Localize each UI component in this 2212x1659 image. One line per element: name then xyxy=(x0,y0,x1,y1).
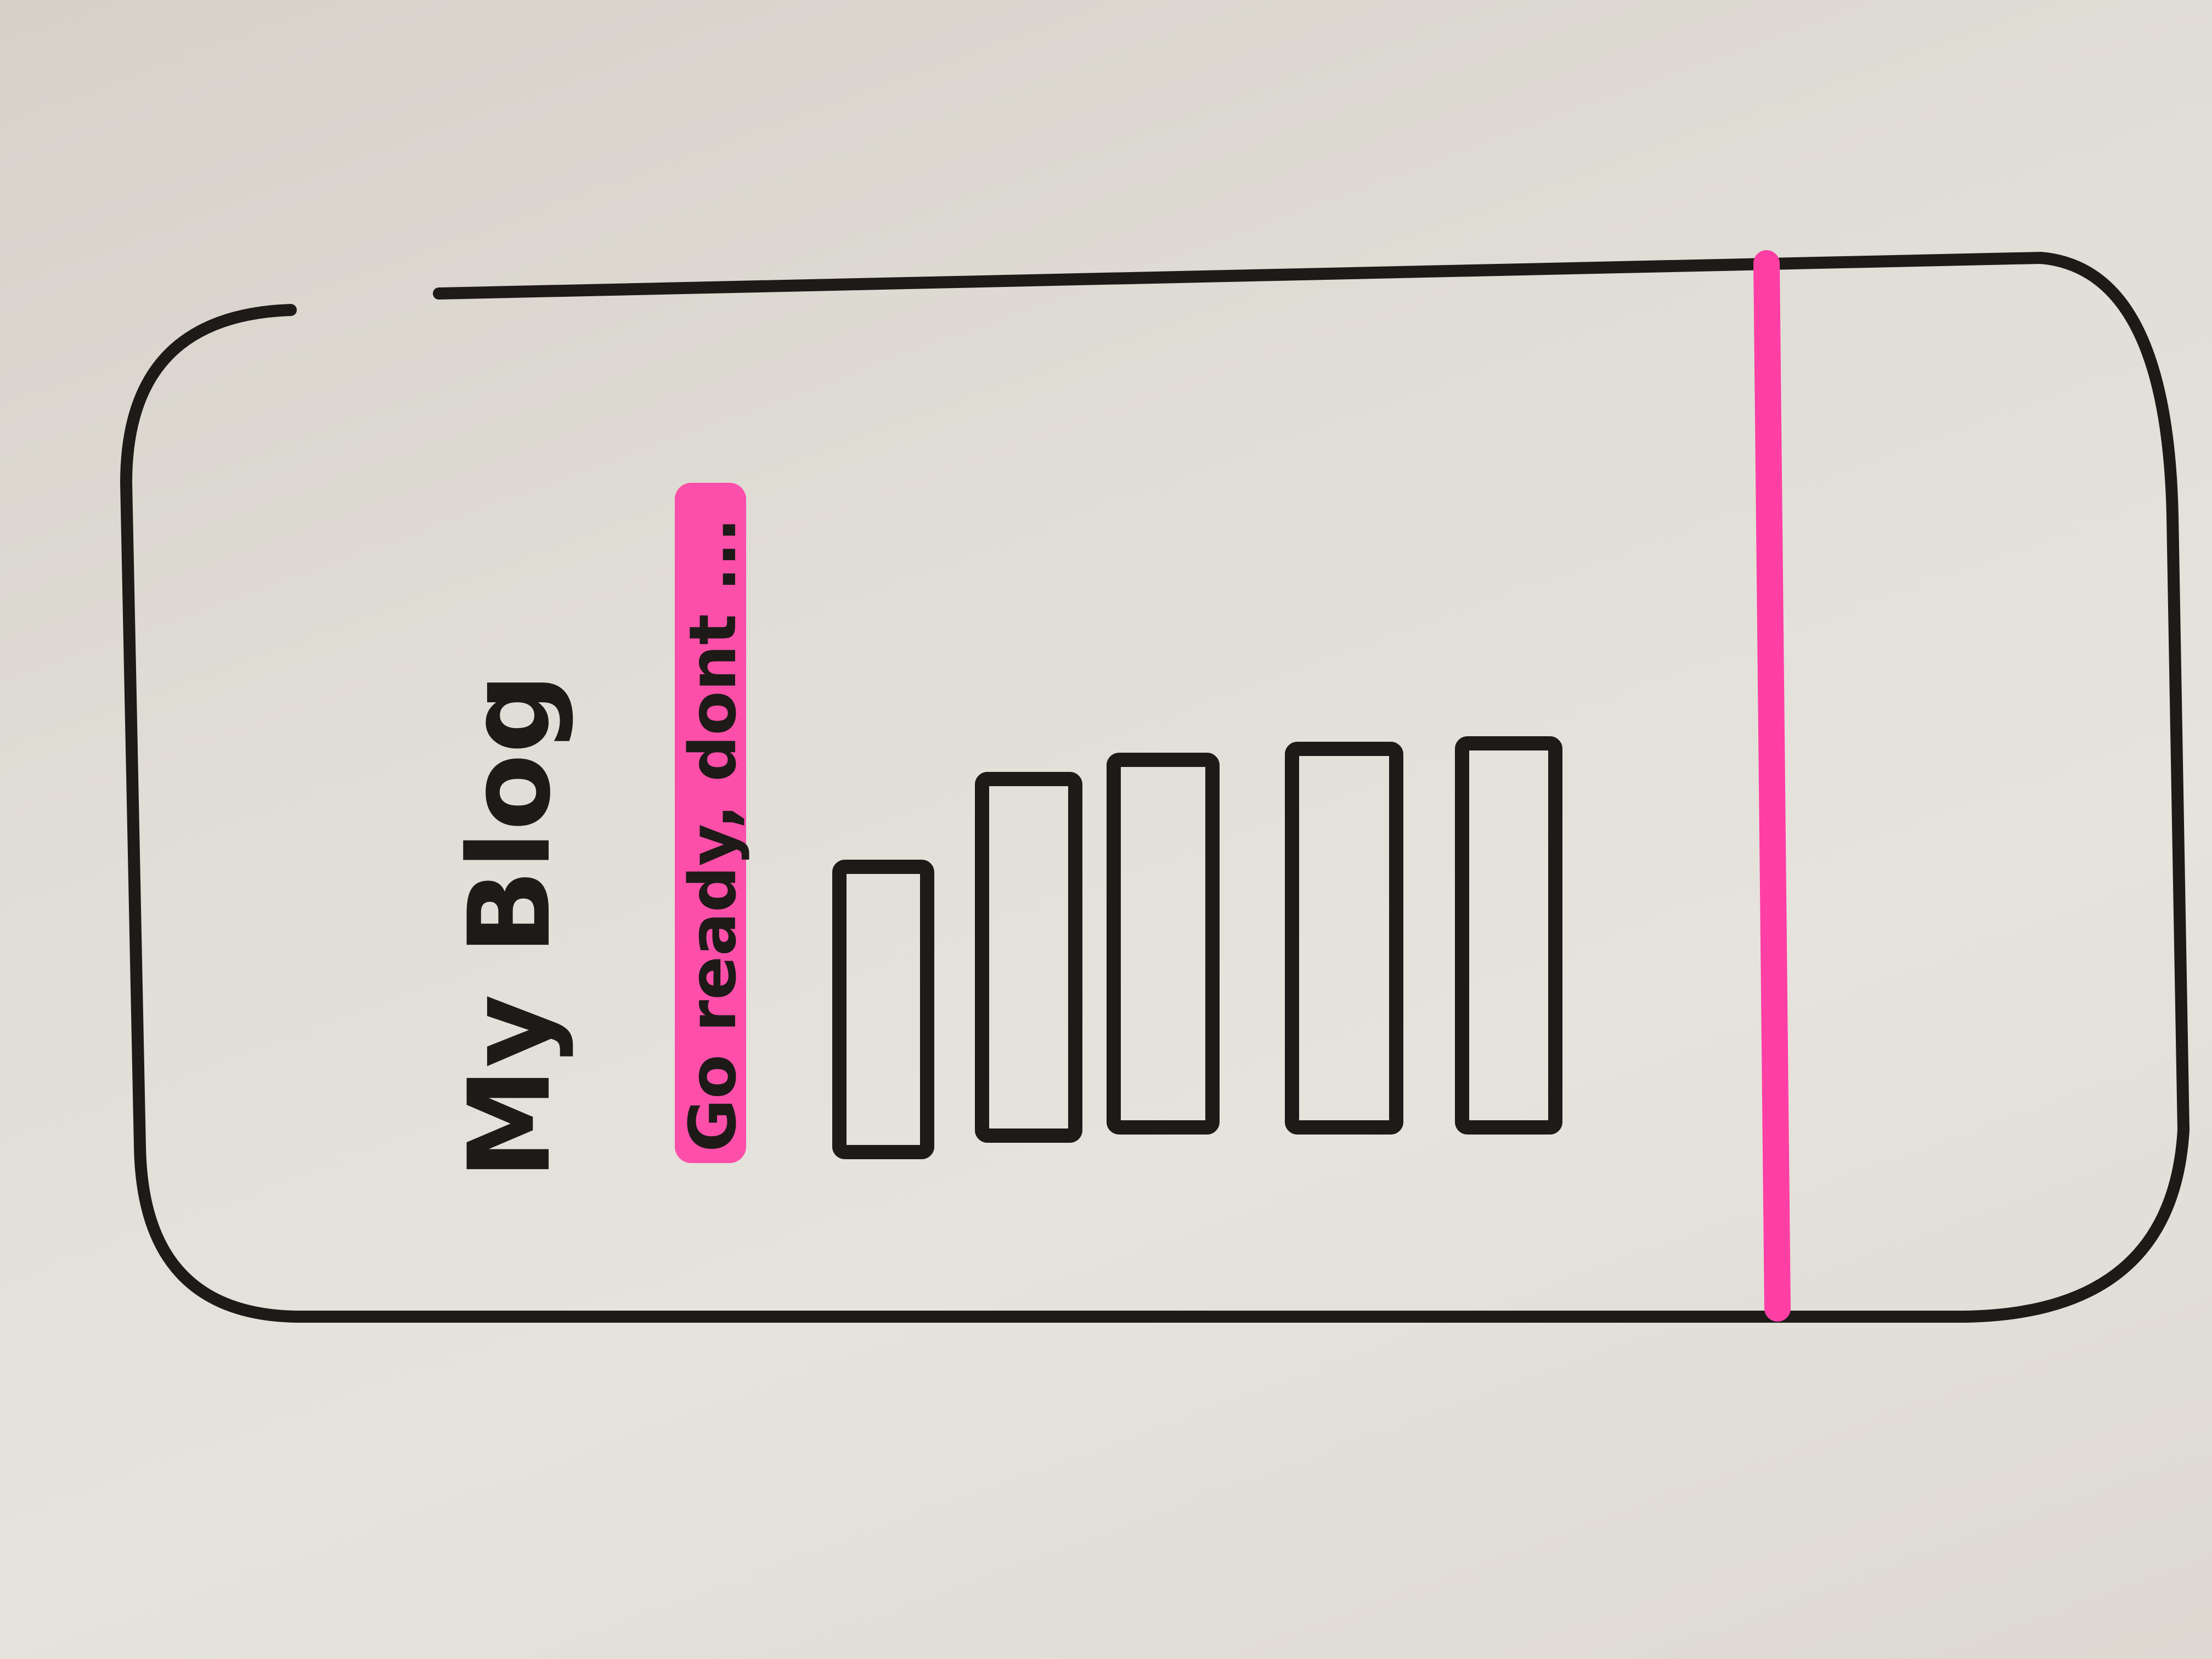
wireframe-button-4[interactable] xyxy=(1285,742,1403,1135)
page-title: My Blog xyxy=(445,673,575,1180)
phone-wireframe-sketch: My Blog Go ready, dont ... xyxy=(120,250,2190,1323)
wireframe-button-2[interactable] xyxy=(975,772,1082,1143)
phone-outline xyxy=(120,252,2190,1323)
page-subtitle: Go ready, dont ... xyxy=(675,518,751,1153)
wireframe-button-1[interactable] xyxy=(832,860,934,1159)
paper-sheet: My Blog Go ready, dont ... xyxy=(0,0,2212,1659)
bottom-nav-divider xyxy=(1753,250,1791,1322)
wireframe-button-5[interactable] xyxy=(1455,736,1562,1135)
wireframe-button-3[interactable] xyxy=(1107,753,1220,1135)
